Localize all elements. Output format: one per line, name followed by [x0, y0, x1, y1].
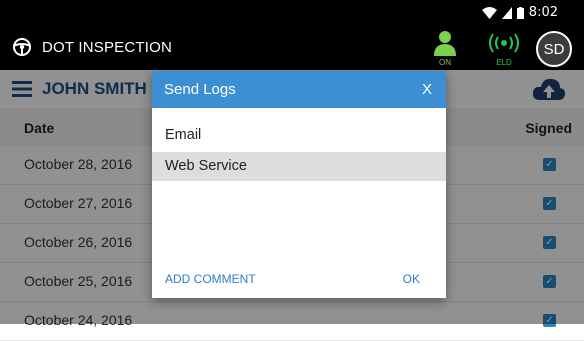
- eld-label: ELD: [496, 58, 512, 67]
- option-web-service-label: Web Service: [165, 158, 247, 174]
- status-icons: 8:02: [481, 5, 558, 20]
- avatar[interactable]: SD: [536, 31, 572, 67]
- option-web-service[interactable]: Web Service: [152, 152, 446, 181]
- status-time: 8:02: [528, 5, 558, 20]
- steering-wheel-icon: [13, 38, 31, 56]
- add-comment-button[interactable]: ADD COMMENT: [165, 272, 256, 286]
- option-email-label: Email: [165, 127, 202, 143]
- send-logs-dialog: Send Logs X Email Web Service ADD COMMEN…: [152, 71, 446, 298]
- battery-icon: [516, 6, 524, 19]
- option-email[interactable]: Email: [152, 121, 446, 150]
- dialog-header: Send Logs X: [152, 71, 446, 108]
- duty-status-label: ON: [439, 58, 451, 67]
- dialog-title: Send Logs: [164, 81, 236, 98]
- dialog-actions: ADD COMMENT OK: [152, 260, 446, 298]
- status-bar: 8:02: [0, 0, 584, 26]
- app-bar: DOT INSPECTION ON ELD SD: [0, 26, 584, 70]
- eld-signal-icon: [489, 33, 519, 53]
- driver-icon: [434, 31, 456, 56]
- eld-status-button[interactable]: ELD: [482, 28, 526, 68]
- wifi-icon: [481, 6, 497, 19]
- signal-icon: [501, 6, 512, 19]
- app-title: DOT INSPECTION: [42, 39, 173, 56]
- duty-status-button[interactable]: ON: [423, 28, 467, 68]
- close-button[interactable]: X: [422, 81, 432, 98]
- ok-button[interactable]: OK: [403, 272, 420, 286]
